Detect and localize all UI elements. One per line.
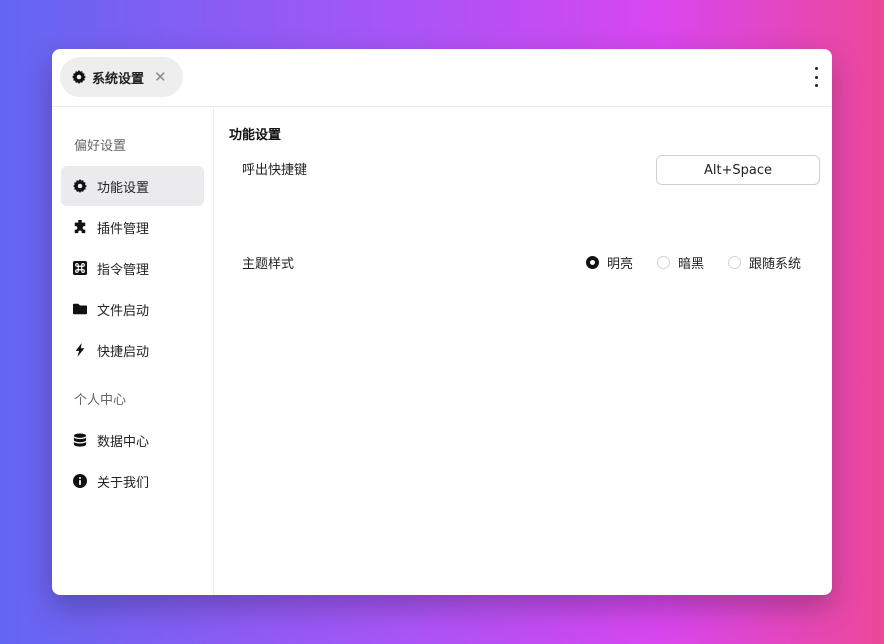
command-icon — [73, 261, 87, 275]
sidebar: 偏好设置 功能设置 插件管理 指令管理 文件启动 — [52, 107, 214, 595]
sidebar-item-label: 功能设置 — [97, 177, 149, 196]
theme-option-label: 跟随系统 — [749, 253, 801, 272]
sidebar-item-file-launch[interactable]: 文件启动 — [61, 289, 204, 329]
theme-option-system[interactable]: 跟随系统 — [728, 253, 801, 272]
tab-system-settings[interactable]: 系统设置 ✕ — [60, 57, 183, 97]
gear-icon — [72, 70, 86, 84]
theme-option-label: 明亮 — [607, 253, 633, 272]
sidebar-item-commands[interactable]: 指令管理 — [61, 248, 204, 288]
hotkey-input[interactable] — [656, 155, 820, 185]
more-vertical-icon[interactable] — [812, 67, 820, 87]
theme-option-light[interactable]: 明亮 — [586, 253, 633, 272]
sidebar-item-label: 关于我们 — [97, 472, 149, 491]
radio-unchecked-icon[interactable] — [728, 256, 741, 269]
sidebar-item-label: 数据中心 — [97, 431, 149, 450]
radio-checked-icon[interactable] — [586, 256, 599, 269]
sidebar-item-label: 插件管理 — [97, 218, 149, 237]
sidebar-item-label: 文件启动 — [97, 300, 149, 319]
sidebar-item-about[interactable]: 关于我们 — [61, 461, 204, 501]
sidebar-group-personal: 个人中心 — [74, 389, 126, 408]
gear-icon — [73, 179, 87, 193]
hotkey-label: 呼出快捷键 — [242, 159, 307, 178]
settings-content: 功能设置 呼出快捷键 主题样式 明亮 暗黑 跟随系统 — [214, 107, 832, 595]
theme-option-label: 暗黑 — [678, 253, 704, 272]
theme-option-dark[interactable]: 暗黑 — [657, 253, 704, 272]
bolt-icon — [73, 343, 87, 357]
theme-label: 主题样式 — [242, 253, 294, 272]
close-icon[interactable]: ✕ — [154, 70, 167, 85]
sidebar-item-quick-launch[interactable]: 快捷启动 — [61, 330, 204, 370]
sidebar-item-features[interactable]: 功能设置 — [61, 166, 204, 206]
section-title: 功能设置 — [229, 124, 281, 143]
sidebar-item-label: 快捷启动 — [97, 341, 149, 360]
folder-icon — [73, 302, 87, 316]
puzzle-icon — [73, 220, 87, 234]
sidebar-item-data-center[interactable]: 数据中心 — [61, 420, 204, 460]
sidebar-group-preferences: 偏好设置 — [74, 135, 126, 154]
sidebar-item-label: 指令管理 — [97, 259, 149, 278]
database-icon — [73, 433, 87, 447]
title-bar: 系统设置 ✕ — [52, 49, 832, 107]
theme-radio-group: 明亮 暗黑 跟随系统 — [586, 253, 801, 272]
settings-window: 系统设置 ✕ 偏好设置 功能设置 插件管理 指令管理 — [52, 49, 832, 595]
info-icon — [73, 474, 87, 488]
sidebar-item-plugins[interactable]: 插件管理 — [61, 207, 204, 247]
radio-unchecked-icon[interactable] — [657, 256, 670, 269]
tab-label: 系统设置 — [92, 68, 144, 87]
